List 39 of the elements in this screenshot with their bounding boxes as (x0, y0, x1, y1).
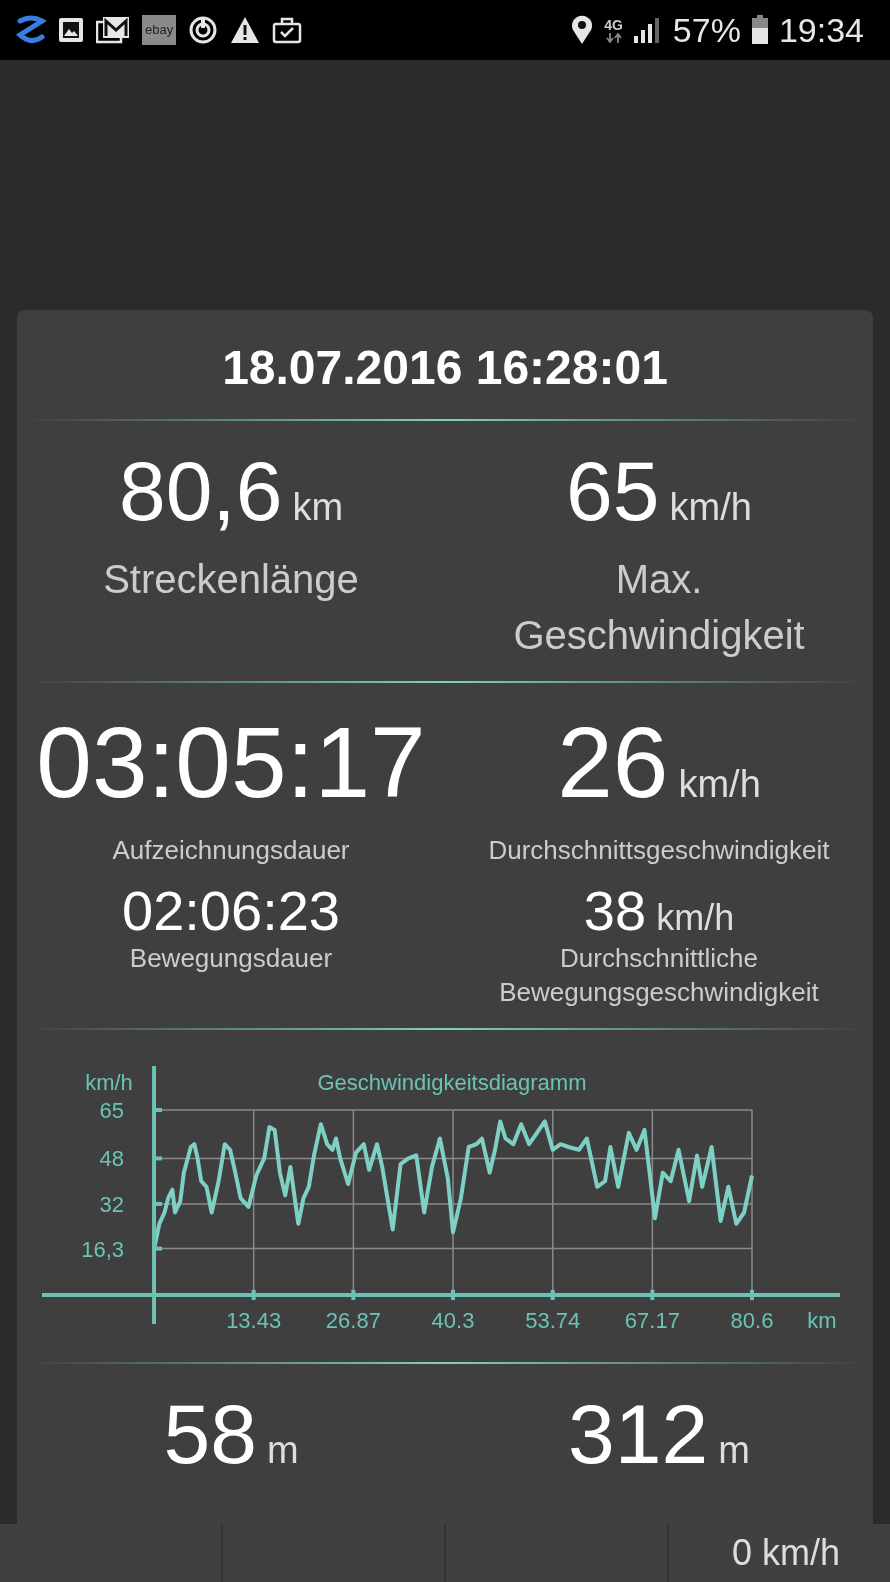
stat-label: Aufzeichnungsdauer (112, 835, 350, 867)
y-tick-label: 48 (99, 1145, 125, 1171)
session-title: 18.07.2016 16:28:01 (221, 340, 669, 396)
y-axis-label: km/h (85, 1069, 133, 1095)
x-tick-label: 67.17 (624, 1307, 680, 1333)
y-tick-label: 16,3 (81, 1236, 125, 1262)
stat-unit: km/h (656, 897, 735, 940)
stat-value: 26 (557, 707, 669, 818)
battery-percent: 57% (672, 10, 741, 50)
stat-label: Streckenlänge (103, 556, 359, 604)
y-tick-label: 32 (99, 1191, 125, 1217)
stat-value: 38 (583, 880, 647, 942)
stat-unit: km/h (669, 486, 752, 529)
x-tick-label: 26.87 (325, 1307, 381, 1333)
x-tick-label: 53.74 (525, 1307, 581, 1333)
stat-value: 58 (163, 1387, 257, 1480)
stat-unit: km/h (678, 763, 761, 807)
stat-label: Max. Geschwindigkeit (512, 556, 806, 660)
stat-unit: m (266, 1428, 299, 1472)
stat-value: 02:06:23 (122, 880, 340, 942)
clock: 19:34 (778, 10, 864, 50)
stat-label: Bewegungsdauer (129, 942, 333, 975)
stat-value: 80,6 (118, 445, 283, 538)
x-tick-label: 40.3 (431, 1307, 475, 1333)
y-tick-label: 65 (99, 1097, 125, 1123)
app-badge: ebay (142, 15, 177, 45)
stat-unit: km (292, 486, 344, 529)
stat-label: Durchschnittliche Bewegungsgeschwindigkeit (498, 942, 820, 1009)
stat-value: 312 (568, 1387, 709, 1480)
x-tick-label: 80.6 (730, 1307, 774, 1333)
x-tick-label: 13.43 (226, 1307, 282, 1333)
x-axis-label: km (807, 1307, 837, 1333)
stat-value: 03:05:17 (36, 707, 426, 818)
chart-title: Geschwindigkeitsdiagramm (317, 1069, 587, 1095)
stat-label: Durchschnittsgeschwindigkeit (488, 835, 830, 867)
stat-unit: m (718, 1428, 750, 1472)
current-speed: 0 km/h (731, 1532, 840, 1574)
stat-value: 65 (566, 445, 660, 538)
network-type: 4G (604, 17, 623, 33)
